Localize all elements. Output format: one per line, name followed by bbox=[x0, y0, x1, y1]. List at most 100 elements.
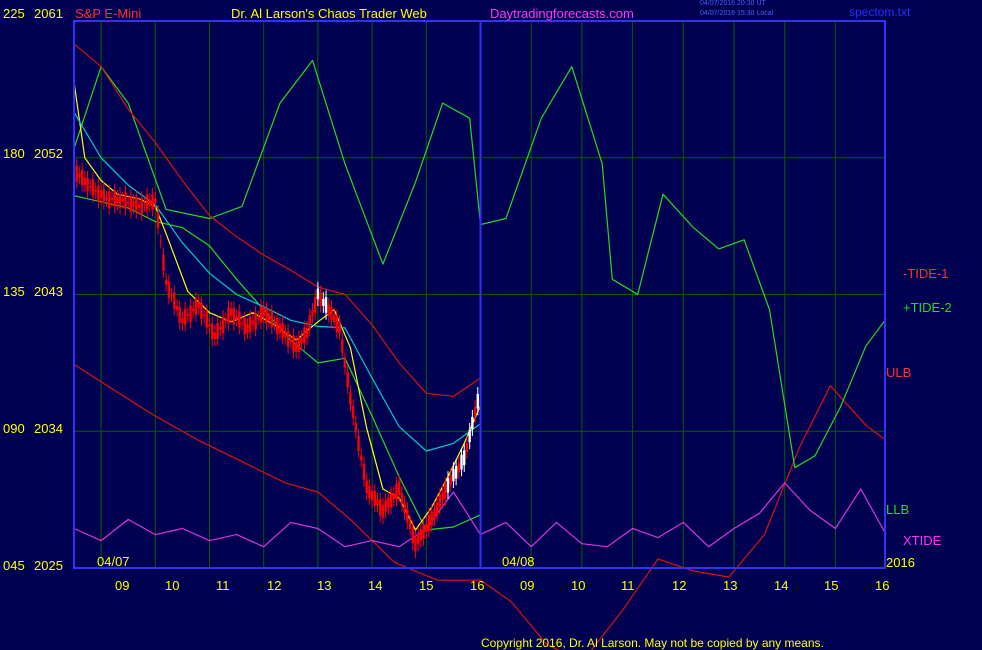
price-bar-body bbox=[192, 308, 195, 312]
price-bar-body bbox=[319, 292, 322, 306]
price-bar-body bbox=[97, 185, 100, 202]
price-bar-body bbox=[105, 197, 108, 200]
price-bar-body bbox=[435, 502, 439, 515]
price-bar-body bbox=[99, 190, 103, 198]
legend-tide2: +TIDE-2 bbox=[903, 300, 952, 315]
y-tick-left: 045 bbox=[3, 558, 25, 573]
y-tick-left: 090 bbox=[3, 421, 25, 436]
price-bar-body bbox=[251, 320, 255, 325]
price-bar-body bbox=[376, 499, 379, 506]
y-tick-price: 2061 bbox=[34, 6, 63, 21]
x-tick: 15 bbox=[419, 578, 434, 593]
price-bar-body bbox=[219, 326, 222, 330]
price-bar-body bbox=[118, 193, 122, 208]
price-bar-body bbox=[406, 508, 409, 523]
price-bar-body bbox=[471, 416, 474, 430]
legend-tide1: -TIDE-1 bbox=[903, 266, 949, 281]
price-bar-body bbox=[78, 173, 81, 178]
price-bar-body bbox=[444, 483, 447, 499]
price-bar-body bbox=[94, 189, 97, 193]
price-bar-body bbox=[178, 307, 181, 323]
price-bar-body bbox=[202, 314, 206, 317]
timestamp-ut: 04/07/2016 20:30 UT bbox=[700, 0, 766, 7]
price-bar-body bbox=[403, 502, 406, 514]
price-bar-body bbox=[425, 524, 428, 532]
price-bar-body bbox=[276, 318, 279, 335]
price-bar-body bbox=[248, 316, 252, 333]
price-bar-body bbox=[151, 194, 154, 210]
y-tick-price: 2052 bbox=[34, 146, 63, 161]
price-bar-body bbox=[246, 324, 249, 333]
price-bar-body bbox=[433, 509, 436, 520]
price-bar-body bbox=[89, 186, 92, 188]
price-bar-body bbox=[86, 177, 89, 192]
price-bar-body bbox=[229, 308, 233, 316]
y-tick-price: 2043 bbox=[34, 284, 63, 299]
price-bar-body bbox=[379, 499, 382, 516]
price-bar-body bbox=[457, 463, 461, 473]
price-bar-body bbox=[422, 525, 425, 540]
price-bar-body bbox=[452, 469, 455, 482]
price-bar-body bbox=[297, 337, 301, 352]
x-tick: 09 bbox=[115, 578, 130, 593]
price-bar-body bbox=[197, 301, 200, 308]
price-bar-body bbox=[460, 454, 463, 470]
price-bar-body bbox=[200, 303, 203, 320]
price-bar-body bbox=[221, 316, 225, 334]
price-bar-body bbox=[476, 393, 479, 409]
price-bar-body bbox=[357, 436, 360, 451]
x-tick: 16 bbox=[875, 578, 890, 593]
price-bar-body bbox=[181, 317, 184, 324]
file-label: spectom.txt bbox=[849, 5, 911, 19]
price-bar-body bbox=[370, 490, 374, 501]
price-bar-body bbox=[278, 323, 282, 333]
x-tick: 11 bbox=[216, 578, 230, 593]
price-bar-body bbox=[167, 281, 171, 298]
price-bar-body bbox=[303, 327, 306, 344]
price-bar-body bbox=[189, 305, 192, 322]
price-bar-body bbox=[108, 191, 111, 209]
price-bar-body bbox=[164, 279, 168, 285]
price-bar-body bbox=[416, 533, 420, 545]
price-bar-body bbox=[208, 324, 211, 327]
date-marker-day1: 04/07 bbox=[97, 554, 130, 569]
price-bar-body bbox=[446, 477, 450, 493]
price-bar-body bbox=[427, 514, 431, 531]
copyright-notice: Copyright 2016, Dr. Al Larson. May not b… bbox=[481, 636, 824, 650]
chart-canvas bbox=[0, 0, 982, 650]
price-bar-body bbox=[121, 199, 124, 202]
price-bar-body bbox=[186, 314, 190, 316]
price-bar-body bbox=[313, 296, 317, 313]
price-bar-body bbox=[170, 294, 173, 296]
price-bar-body bbox=[362, 463, 366, 480]
price-bar-body bbox=[327, 304, 330, 316]
price-bar-body bbox=[395, 483, 398, 500]
price-bar-body bbox=[408, 521, 412, 529]
price-bar-body bbox=[262, 308, 265, 317]
chart-background bbox=[0, 0, 982, 650]
price-bar-body bbox=[129, 196, 133, 213]
price-bar-body bbox=[419, 529, 423, 541]
price-bar-body bbox=[338, 321, 341, 334]
price-bar-body bbox=[473, 406, 477, 417]
price-bar-body bbox=[259, 306, 263, 323]
price-bar-body bbox=[438, 494, 442, 508]
price-bar-body bbox=[281, 323, 284, 338]
y-tick-price: 2025 bbox=[34, 558, 63, 573]
price-bar-body bbox=[373, 490, 377, 506]
price-bar-body bbox=[159, 241, 162, 243]
price-bar-body bbox=[465, 442, 469, 452]
y-tick-left: 135 bbox=[3, 284, 25, 299]
price-bar-body bbox=[110, 198, 114, 201]
price-bar-body bbox=[270, 311, 274, 328]
price-bar-body bbox=[273, 322, 276, 324]
price-bar-body bbox=[332, 314, 336, 323]
price-bar-body bbox=[284, 331, 287, 337]
x-tick: 12 bbox=[267, 578, 282, 593]
price-bar-body bbox=[148, 200, 152, 206]
price-bar-body bbox=[175, 306, 179, 310]
price-bar-body bbox=[414, 537, 417, 552]
price-bar-body bbox=[135, 197, 138, 212]
price-bar-body bbox=[400, 493, 404, 505]
price-bar-body bbox=[360, 455, 363, 461]
